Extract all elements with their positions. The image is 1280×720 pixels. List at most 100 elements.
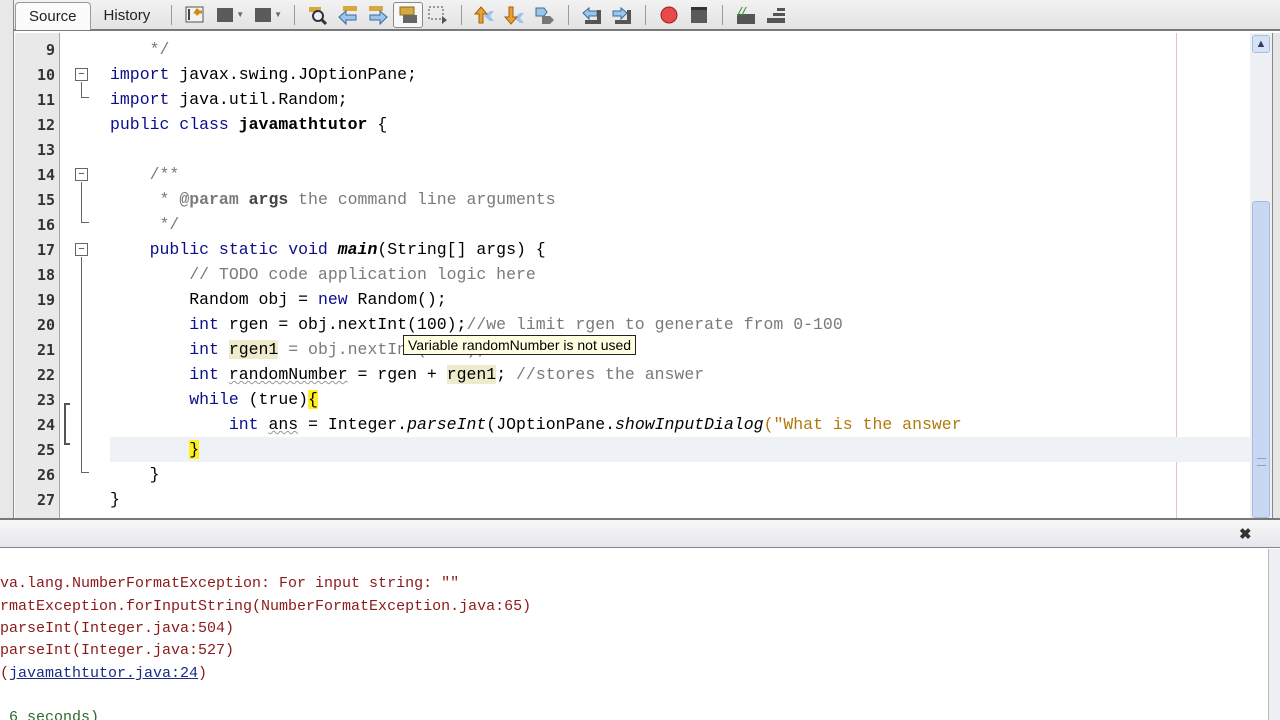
console-line: parseInt(Integer.java:527) bbox=[0, 642, 235, 659]
last-edit-button[interactable] bbox=[180, 2, 210, 28]
output-console[interactable]: va.lang.NumberFormatException: For input… bbox=[0, 549, 1268, 720]
build-time-line: 6 seconds) bbox=[0, 709, 100, 720]
next-bookmark-icon bbox=[504, 6, 525, 25]
find-selection-button[interactable] bbox=[303, 2, 333, 28]
code-text: while (true){ bbox=[110, 390, 318, 409]
fold-collapse-icon[interactable]: − bbox=[75, 68, 88, 81]
line-number: 21 bbox=[36, 341, 55, 359]
rectangular-selection-icon bbox=[428, 6, 448, 24]
shift-right-button[interactable] bbox=[607, 2, 637, 28]
line-number: 20 bbox=[36, 316, 55, 334]
string-literal: ("What is the answer bbox=[763, 415, 962, 434]
line-number: 26 bbox=[36, 466, 55, 484]
last-edit-icon bbox=[185, 6, 204, 22]
keyword: while bbox=[110, 390, 239, 409]
line-number: 24 bbox=[36, 416, 55, 434]
console-text: ( bbox=[0, 665, 10, 682]
console-line: parseInt(Integer.java:504) bbox=[0, 620, 235, 637]
line-number: 18 bbox=[36, 266, 55, 284]
unused-variable-warning[interactable]: randomNumber bbox=[229, 365, 348, 384]
line-number: 25 bbox=[36, 441, 55, 459]
tab-history[interactable]: History bbox=[91, 2, 164, 30]
code-line: 14 /** bbox=[14, 162, 1250, 187]
code-editor[interactable]: 9 */ 10 import javax.swing.JOptionPane; … bbox=[14, 33, 1250, 518]
code-text: public class javamathtutor { bbox=[110, 115, 387, 134]
code-token: rgen = obj.nextInt(100); bbox=[218, 315, 467, 334]
next-bookmark-button[interactable] bbox=[500, 2, 530, 28]
code-line: 17 public static void main(String[] args… bbox=[14, 237, 1250, 262]
fold-guide bbox=[81, 182, 82, 222]
find-previous-button[interactable] bbox=[333, 2, 363, 28]
code-line: 26 } bbox=[14, 462, 1250, 487]
back-icon bbox=[217, 7, 234, 22]
highlighted-variable: rgen1 bbox=[446, 365, 497, 384]
fold-guide bbox=[81, 82, 82, 97]
shift-left-button[interactable] bbox=[577, 2, 607, 28]
code-token: java.util.Random; bbox=[169, 90, 348, 109]
uncomment-button[interactable] bbox=[761, 2, 791, 28]
keyword: int bbox=[110, 315, 219, 334]
method-call: parseInt bbox=[407, 415, 487, 434]
code-comment: //we limit rgen to generate from 0-100 bbox=[466, 315, 843, 334]
code-token: { bbox=[367, 115, 388, 134]
back-dropdown-icon[interactable]: ▼ bbox=[236, 10, 244, 19]
toggle-bookmark-button[interactable] bbox=[530, 2, 560, 28]
stop-macro-recording-button[interactable] bbox=[684, 2, 714, 28]
method-call: showInputDialog bbox=[615, 415, 764, 434]
highlighted-variable: rgen1 bbox=[228, 340, 279, 359]
previous-bookmark-icon bbox=[474, 5, 495, 23]
stack-trace-link[interactable]: javamathtutor.java:24 bbox=[9, 665, 198, 682]
line-number: 14 bbox=[36, 166, 55, 184]
scroll-up-button[interactable]: ▲ bbox=[1252, 35, 1270, 53]
keyword: int bbox=[110, 415, 259, 434]
toggle-highlight-icon bbox=[399, 6, 418, 23]
code-token: Random obj = bbox=[110, 290, 318, 309]
editor-toolbar: Source History ▼ ▼ // bbox=[0, 0, 1280, 31]
console-line: (javamathtutor.java:24) bbox=[0, 665, 207, 682]
start-macro-recording-button[interactable] bbox=[654, 2, 684, 28]
line-number: 17 bbox=[36, 241, 55, 259]
keyword: public class bbox=[110, 115, 229, 134]
previous-bookmark-button[interactable] bbox=[470, 2, 500, 28]
code-text: int rgen = obj.nextInt(100);//we limit r… bbox=[110, 315, 843, 334]
code-text: * @param args the command line arguments bbox=[110, 190, 556, 209]
svg-text://: // bbox=[736, 5, 747, 18]
code-text: */ bbox=[110, 215, 180, 234]
forward-dropdown-icon[interactable]: ▼ bbox=[274, 10, 282, 19]
fold-collapse-icon[interactable]: − bbox=[75, 168, 88, 181]
find-selection-icon bbox=[309, 6, 328, 25]
find-next-button[interactable] bbox=[363, 2, 393, 28]
matched-brace: } bbox=[189, 440, 200, 459]
code-comment: //stores the answer bbox=[506, 365, 705, 384]
code-line: 27 } bbox=[14, 487, 1250, 512]
toggle-highlight-button[interactable] bbox=[393, 1, 424, 28]
editor-vertical-scrollbar[interactable]: ▲ bbox=[1250, 33, 1272, 518]
code-token: (true) bbox=[238, 390, 309, 409]
shift-right-icon bbox=[612, 6, 632, 24]
grip-icon bbox=[1257, 458, 1266, 466]
tab-source[interactable]: Source bbox=[15, 1, 91, 30]
stop-icon bbox=[691, 6, 708, 23]
output-vertical-scrollbar[interactable] bbox=[1268, 549, 1280, 720]
code-text: int ans = Integer.parseInt(JOptionPane.s… bbox=[110, 415, 962, 434]
line-number: 27 bbox=[36, 491, 55, 509]
code-text: // TODO code application logic here bbox=[110, 265, 536, 284]
keyword: new bbox=[317, 290, 348, 309]
line-number: 23 bbox=[36, 391, 55, 409]
comment-button[interactable]: // bbox=[731, 2, 761, 28]
console-text: ) bbox=[198, 665, 208, 682]
code-line: 16 */ bbox=[14, 212, 1250, 237]
fold-collapse-icon[interactable]: − bbox=[75, 243, 88, 256]
code-token: * bbox=[110, 190, 180, 209]
unused-variable-warning[interactable]: ans bbox=[268, 415, 298, 434]
rectangular-selection-button[interactable] bbox=[423, 2, 453, 28]
scrollbar-thumb[interactable] bbox=[1252, 201, 1270, 518]
code-line: 15 * @param args the command line argume… bbox=[14, 187, 1250, 212]
code-text: import java.util.Random; bbox=[110, 90, 348, 109]
line-number: 11 bbox=[36, 91, 55, 109]
class-name: javamathtutor bbox=[238, 115, 368, 134]
code-line: 24 int ans = Integer.parseInt(JOptionPan… bbox=[14, 412, 1250, 437]
warning-tooltip: Variable randomNumber is not used bbox=[403, 335, 637, 355]
code-line: 18 // TODO code application logic here bbox=[14, 262, 1250, 287]
close-output-icon[interactable]: ✖ bbox=[1239, 525, 1252, 543]
